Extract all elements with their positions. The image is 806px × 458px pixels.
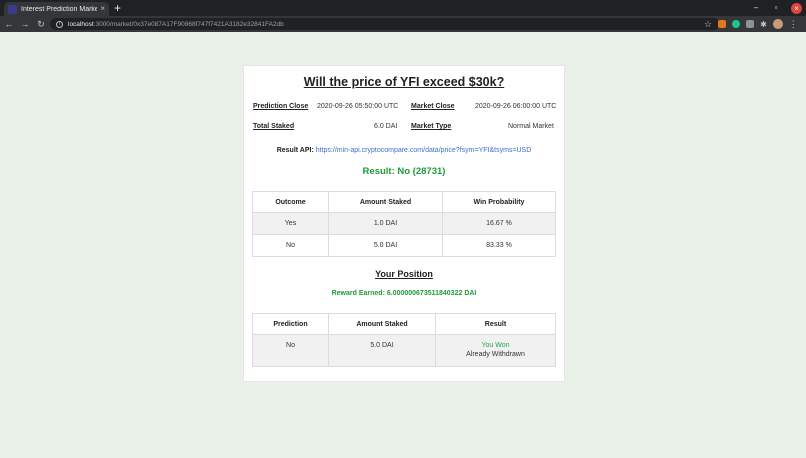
market-close-value: 2020-09-26 06:00:00 UTC bbox=[475, 103, 557, 110]
browser-tab-bar: Interest Prediction Market × + – ▫ × bbox=[0, 0, 806, 16]
column-header: Win Probability bbox=[442, 191, 556, 213]
table-header-row: Prediction Amount Staked Result bbox=[252, 313, 556, 335]
your-position-title: Your Position bbox=[375, 269, 433, 279]
tab-favicon-icon bbox=[8, 4, 17, 14]
market-close-label: Market Close bbox=[411, 103, 455, 110]
back-arrow-icon[interactable]: ← bbox=[2, 19, 16, 29]
column-header: Outcome bbox=[252, 191, 329, 213]
result-cell: You Won Already Withdrawn bbox=[435, 334, 556, 367]
url-path: :3000/market/0x37e087A17F90868f747f7421A… bbox=[93, 20, 284, 28]
market-type-value: Normal Market bbox=[508, 123, 554, 130]
grey-extension-icon[interactable] bbox=[746, 20, 755, 28]
extension-bar: ☆ ✱ ⋮ bbox=[704, 19, 798, 29]
browser-toolbar: ← → ↻ i localhost:3000/market/0x37e087A1… bbox=[0, 16, 806, 32]
maximize-icon[interactable]: ▫ bbox=[771, 2, 781, 14]
prediction-close-value: 2020-09-26 05:50:00 UTC bbox=[317, 103, 399, 110]
result-api: Result API: https://min-api.cryptocompar… bbox=[244, 147, 564, 154]
market-type-label: Market Type bbox=[411, 123, 452, 130]
window-close-icon[interactable]: × bbox=[791, 2, 802, 14]
new-tab-button[interactable]: + bbox=[114, 1, 121, 15]
outcomes-table: Outcome Amount Staked Win Probability Ye… bbox=[252, 191, 556, 257]
result-api-link[interactable]: https://min-api.cryptocompare.com/data/p… bbox=[316, 147, 532, 154]
window-controls: – ▫ × bbox=[751, 2, 802, 14]
outcome-cell: No bbox=[252, 234, 329, 257]
probability-cell: 16.67 % bbox=[442, 212, 556, 235]
you-won-text: You Won bbox=[481, 342, 510, 349]
table-header-row: Outcome Amount Staked Win Probability bbox=[252, 191, 556, 213]
url-host: localhost bbox=[68, 20, 94, 28]
bookmark-star-icon[interactable]: ☆ bbox=[704, 19, 712, 29]
minimize-icon[interactable]: – bbox=[751, 2, 761, 14]
position-table: Prediction Amount Staked Result No 5.0 D… bbox=[252, 313, 556, 367]
table-row: No 5.0 DAI 83.33 % bbox=[252, 234, 556, 257]
amount-cell: 1.0 DAI bbox=[328, 212, 443, 235]
outcome-cell: Yes bbox=[252, 212, 329, 235]
total-staked-label: Total Staked bbox=[253, 123, 295, 130]
menu-dots-icon[interactable]: ⋮ bbox=[789, 19, 798, 29]
forward-arrow-icon[interactable]: → bbox=[18, 19, 32, 29]
site-info-icon[interactable]: i bbox=[56, 20, 63, 28]
tab-title: Interest Prediction Market bbox=[21, 5, 98, 13]
profile-avatar[interactable] bbox=[772, 19, 783, 29]
table-row: Yes 1.0 DAI 16.67 % bbox=[252, 212, 556, 235]
extensions-puzzle-icon[interactable]: ✱ bbox=[760, 20, 767, 29]
reload-icon[interactable]: ↻ bbox=[34, 19, 48, 30]
metamask-extension-icon[interactable] bbox=[718, 20, 727, 28]
market-title: Will the price of YFI exceed $30k? bbox=[303, 75, 505, 89]
total-staked-value: 6.0 DAI bbox=[374, 123, 398, 130]
browser-tab[interactable]: Interest Prediction Market × bbox=[4, 2, 109, 16]
column-header: Amount Staked bbox=[328, 191, 443, 213]
column-header: Result bbox=[435, 313, 556, 335]
result-api-label: Result API: bbox=[276, 147, 314, 154]
probability-cell: 83.33 % bbox=[442, 234, 556, 257]
column-header: Prediction bbox=[252, 313, 329, 335]
table-row: No 5.0 DAI You Won Already Withdrawn bbox=[252, 334, 556, 367]
prediction-close-label: Prediction Close bbox=[253, 103, 309, 110]
amount-cell: 5.0 DAI bbox=[328, 234, 443, 257]
amount-cell: 5.0 DAI bbox=[328, 334, 436, 367]
address-bar[interactable]: i localhost:3000/market/0x37e087A17F9086… bbox=[50, 18, 720, 30]
prediction-cell: No bbox=[252, 334, 329, 367]
withdrawn-status: Already Withdrawn bbox=[466, 351, 525, 358]
green-extension-icon[interactable] bbox=[732, 20, 741, 28]
market-result: Result: No (28731) bbox=[362, 166, 446, 177]
column-header: Amount Staked bbox=[328, 313, 436, 335]
reward-earned: Reward Earned: 6.000000673511840322 DAI bbox=[331, 290, 477, 297]
tab-close-icon[interactable]: × bbox=[100, 5, 105, 13]
market-card: Will the price of YFI exceed $30k? Predi… bbox=[243, 65, 565, 382]
